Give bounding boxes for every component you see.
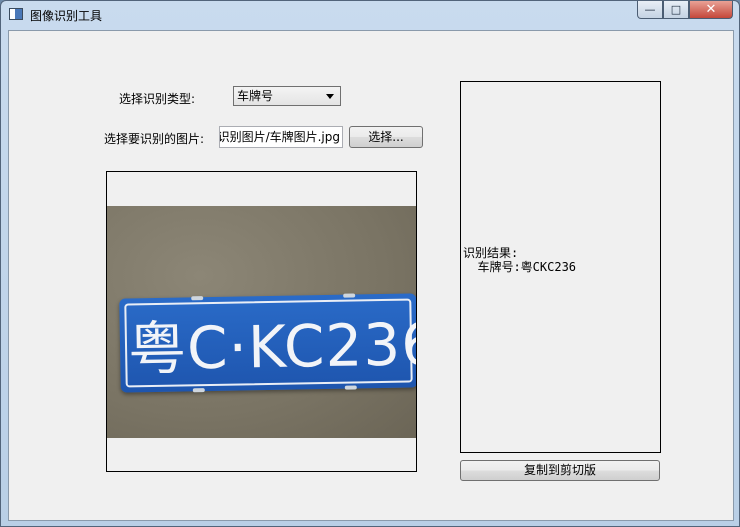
plate-text: 粤C·KC236	[127, 310, 416, 384]
client-area: 选择识别类型: 车牌号 选择要识别的图片: 识别图片/车牌图片.jpg 选择..…	[8, 30, 734, 521]
result-panel: 识别结果: 车牌号:粤CKC236	[460, 81, 661, 453]
minimize-button[interactable]: —	[637, 1, 663, 19]
browse-button[interactable]: 选择...	[349, 126, 423, 148]
maximize-button[interactable]: □	[663, 1, 689, 19]
title-bar[interactable]: 图像识别工具 — □ ✕	[1, 1, 739, 29]
minimize-icon: —	[644, 3, 656, 16]
app-window: 图像识别工具 — □ ✕ 选择识别类型: 车牌号 选择要识别的图片: 识别图片/…	[0, 0, 740, 527]
copy-to-clipboard-button[interactable]: 复制到剪切版	[460, 460, 660, 481]
chevron-down-icon	[326, 94, 334, 99]
type-select-value: 车牌号	[237, 89, 274, 103]
preview-photo: 粤C·KC236	[107, 206, 416, 438]
image-path-value: 识别图片/车牌图片.jpg	[219, 130, 340, 144]
type-label: 选择识别类型:	[119, 92, 196, 106]
maximize-icon: □	[670, 3, 682, 16]
image-label: 选择要识别的图片:	[104, 132, 205, 146]
app-icon	[9, 8, 23, 20]
close-button[interactable]: ✕	[689, 1, 733, 19]
image-preview: 粤C·KC236	[106, 171, 417, 472]
license-plate: 粤C·KC236	[119, 293, 416, 393]
image-path-field[interactable]: 识别图片/车牌图片.jpg	[219, 126, 343, 148]
window-title: 图像识别工具	[30, 9, 103, 23]
window-controls: — □ ✕	[637, 1, 733, 19]
result-text: 识别结果: 车牌号:粤CKC236	[463, 246, 577, 274]
type-select[interactable]: 车牌号	[233, 86, 341, 106]
close-icon: ✕	[705, 2, 717, 17]
